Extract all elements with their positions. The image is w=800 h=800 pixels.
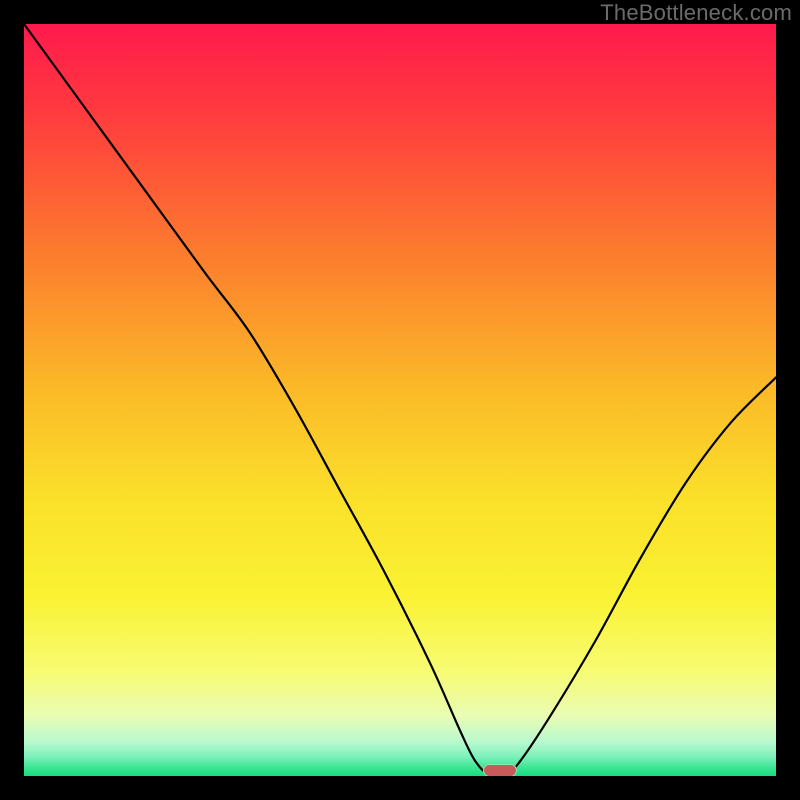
- chart-frame: TheBottleneck.com: [0, 0, 800, 800]
- watermark-text: TheBottleneck.com: [600, 0, 792, 26]
- optimal-marker: [483, 764, 517, 776]
- plot-area: [24, 24, 776, 776]
- bottleneck-curve: [24, 24, 776, 776]
